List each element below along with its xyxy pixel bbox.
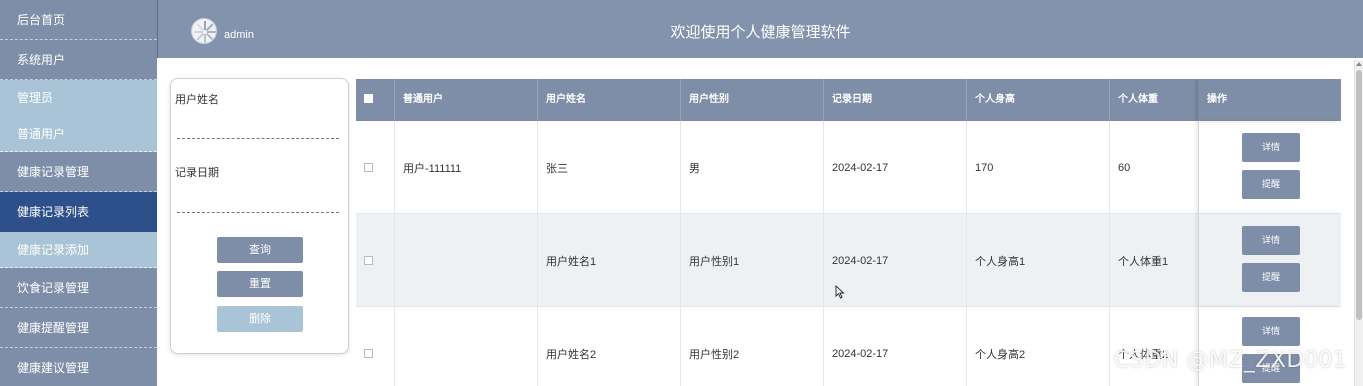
name-input[interactable] (177, 138, 339, 139)
cell-height: 170 (967, 121, 1110, 214)
cell-actions: 详情 提醒 (1199, 307, 1341, 386)
select-all-cell (356, 79, 395, 121)
select-all-checkbox[interactable] (364, 93, 373, 103)
column-header-user: 普通用户 (395, 79, 538, 121)
detail-button[interactable]: 详情 (1242, 317, 1300, 346)
cell-weight: 个人体重2 (1110, 307, 1199, 386)
column-header-name: 用户姓名 (538, 79, 681, 121)
sidebar-item-system-users[interactable]: 系统用户 (0, 40, 157, 80)
cell-user (395, 214, 538, 307)
mouse-cursor-icon (835, 285, 845, 299)
row-select-cell (356, 214, 395, 307)
sidebar-item-health-reminders[interactable]: 健康提醒管理 (0, 308, 157, 348)
column-header-date: 记录日期 (824, 79, 967, 121)
remind-button[interactable]: 提醒 (1242, 263, 1300, 292)
table-row: 用户姓名1 用户性别1 2024-02-17 个人身高1 个人体重1 详情 提醒 (356, 214, 1341, 307)
cell-name: 用户姓名1 (538, 214, 681, 307)
cell-weight: 60 (1110, 121, 1199, 214)
sidebar-item-admins[interactable]: 管理员 (0, 80, 157, 116)
table-header: 普通用户 用户姓名 用户性别 记录日期 个人身高 个人体重 操作 (356, 79, 1341, 121)
column-header-height: 个人身高 (967, 79, 1110, 121)
cell-height: 个人身高2 (967, 307, 1110, 386)
name-field-label: 用户姓名 (175, 94, 219, 106)
page-title: 欢迎使用个人健康管理软件 (670, 24, 851, 41)
sidebar: 后台首页 系统用户 管理员 普通用户 健康记录管理 健康记录列表 健康记录添加 … (0, 0, 157, 386)
row-checkbox[interactable] (364, 256, 373, 265)
cell-date: 2024-02-17 (824, 307, 967, 386)
top-header: admin 欢迎使用个人健康管理软件 (157, 0, 1363, 58)
date-input[interactable] (177, 212, 339, 213)
cell-user: 用户-111111 (395, 121, 538, 214)
vertical-scrollbar[interactable] (1354, 60, 1363, 386)
cell-gender: 用户性别1 (681, 214, 824, 307)
row-select-cell (356, 121, 395, 214)
row-select-cell (356, 307, 395, 386)
table-row: 用户姓名2 用户性别2 2024-02-17 个人身高2 个人体重2 详情 提醒 (356, 307, 1341, 386)
data-table: 普通用户 用户姓名 用户性别 记录日期 个人身高 个人体重 操作 用户-1111… (356, 79, 1341, 386)
delete-button[interactable]: 删除 (217, 306, 303, 332)
cell-actions: 详情 提醒 (1199, 121, 1341, 214)
row-checkbox[interactable] (364, 349, 373, 358)
sidebar-item-health-records[interactable]: 健康记录管理 (0, 152, 157, 192)
cell-actions: 详情 提醒 (1199, 214, 1341, 307)
detail-button[interactable]: 详情 (1242, 133, 1300, 162)
sidebar-item-diet-records[interactable]: 饮食记录管理 (0, 268, 157, 308)
sidebar-item-health-advice[interactable]: 健康建议管理 (0, 348, 157, 386)
column-header-gender: 用户性别 (681, 79, 824, 121)
scroll-up-arrow-icon[interactable] (1356, 62, 1362, 66)
cell-gender: 男 (681, 121, 824, 214)
cell-date: 2024-02-17 (824, 214, 967, 307)
query-button[interactable]: 查询 (217, 237, 303, 263)
sidebar-item-health-record-add[interactable]: 健康记录添加 (0, 232, 157, 268)
column-header-actions: 操作 (1199, 79, 1341, 121)
remind-button[interactable]: 提醒 (1242, 170, 1300, 199)
cell-user (395, 307, 538, 386)
table-row: 用户-111111 张三 男 2024-02-17 170 60 详情 提醒 (356, 121, 1341, 214)
watermark: CSDN @MZ_ZXD001 (1114, 348, 1348, 373)
sidebar-item-normal-users[interactable]: 普通用户 (0, 116, 157, 152)
row-checkbox[interactable] (364, 163, 373, 172)
cell-gender: 用户性别2 (681, 307, 824, 386)
date-field-label: 记录日期 (175, 167, 219, 179)
sidebar-item-home[interactable]: 后台首页 (0, 0, 157, 40)
cell-name: 张三 (538, 121, 681, 214)
sidebar-item-health-record-list[interactable]: 健康记录列表 (0, 192, 157, 232)
scroll-thumb[interactable] (1356, 70, 1362, 320)
search-panel: 用户姓名 记录日期 查询 重置 删除 (170, 78, 349, 354)
cell-date: 2024-02-17 (824, 121, 967, 214)
cell-name: 用户姓名2 (538, 307, 681, 386)
cell-height: 个人身高1 (967, 214, 1110, 307)
cell-weight: 个人体重1 (1110, 214, 1199, 307)
reset-button[interactable]: 重置 (217, 271, 303, 297)
detail-button[interactable]: 详情 (1242, 226, 1300, 255)
column-header-weight: 个人体重 (1110, 79, 1199, 121)
